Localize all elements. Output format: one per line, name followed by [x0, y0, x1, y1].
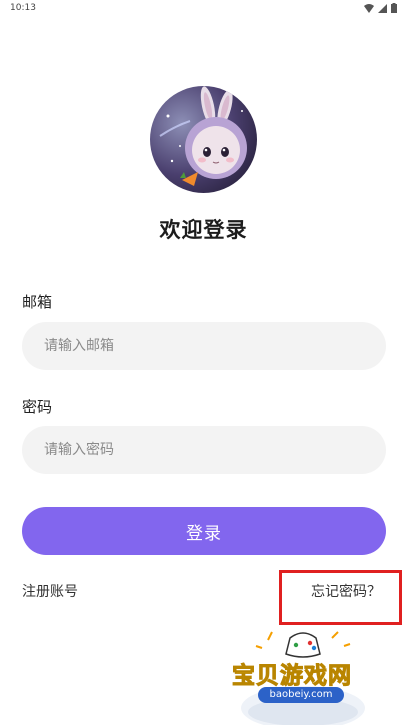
signal-icon	[378, 3, 387, 13]
status-icons	[364, 3, 397, 13]
wifi-icon	[364, 3, 374, 13]
highlight-box	[279, 570, 402, 625]
status-time: 10:13	[10, 3, 36, 13]
watermark-text: 宝贝游戏网	[232, 663, 352, 690]
battery-icon	[391, 3, 397, 13]
login-button[interactable]: 登录	[22, 507, 386, 555]
password-label: 密码	[22, 398, 53, 416]
register-link[interactable]: 注册账号	[22, 581, 78, 601]
page-title: 欢迎登录	[159, 218, 248, 242]
status-bar: 10:13	[0, 0, 407, 20]
password-field[interactable]	[22, 426, 386, 474]
bunny-avatar-icon	[150, 86, 257, 193]
watermark-url: baobeiy.com	[258, 687, 344, 703]
email-field[interactable]	[22, 322, 386, 370]
email-label: 邮箱	[22, 293, 53, 311]
